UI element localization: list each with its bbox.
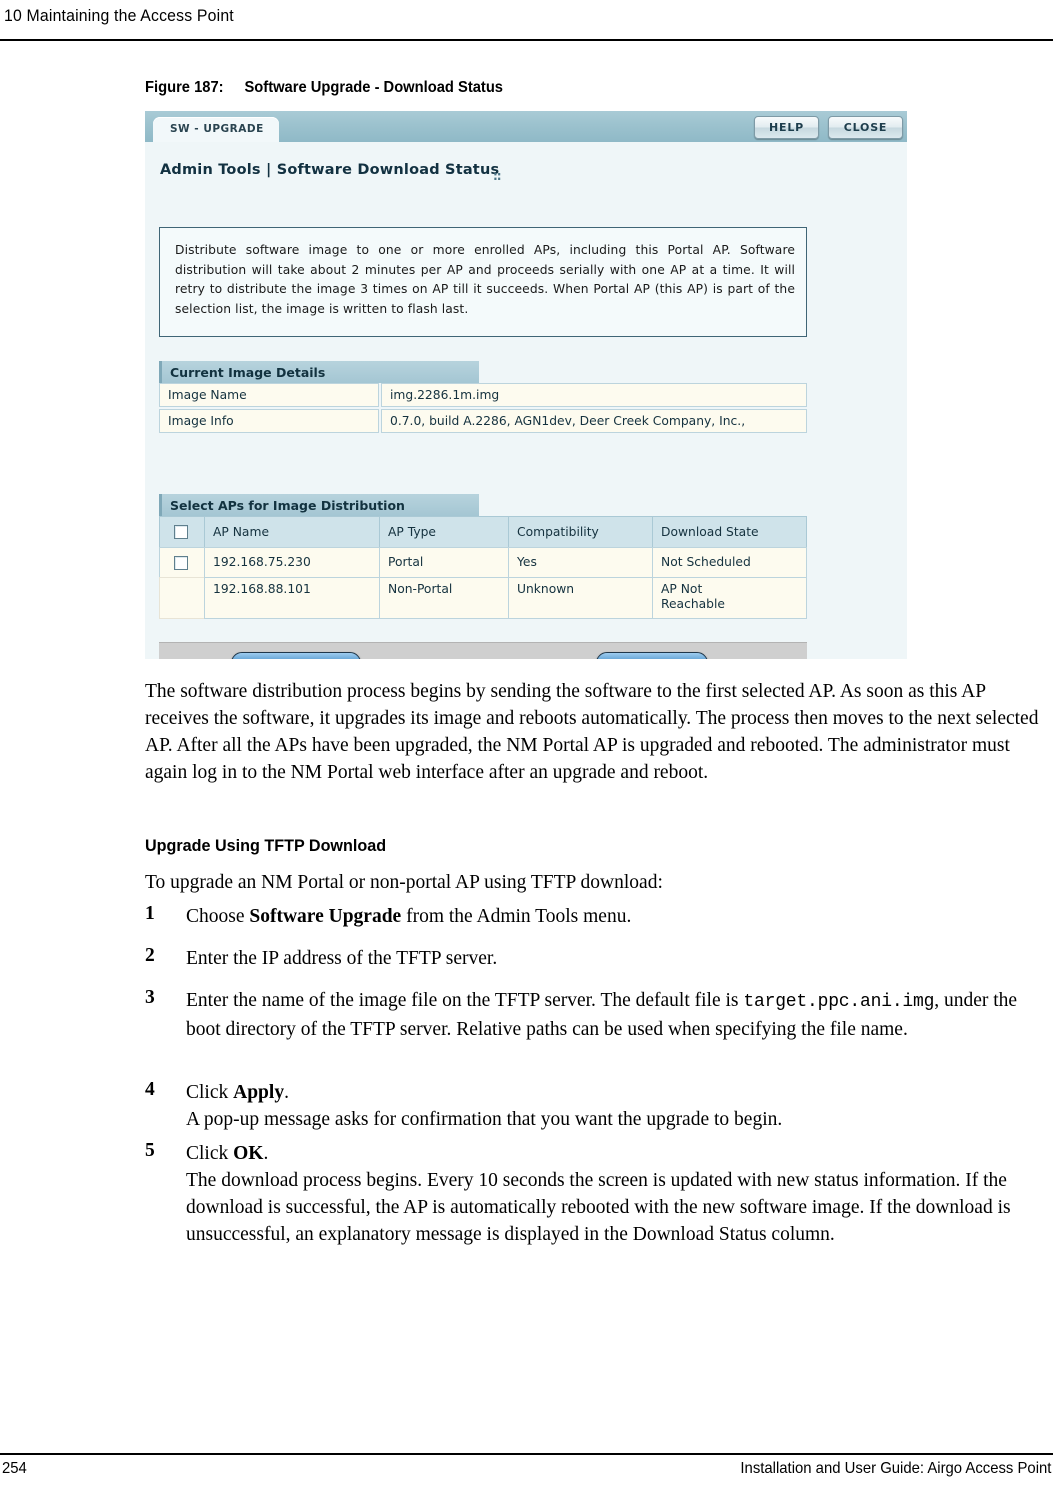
close-button-label: CLOSE xyxy=(843,121,888,134)
step-text-after: . xyxy=(263,1143,269,1164)
list-item: 5 Click OK. The download process begins.… xyxy=(145,1140,1045,1248)
close-button[interactable]: CLOSE xyxy=(828,116,903,139)
header-divider-rule xyxy=(0,39,1053,41)
tab-sw-upgrade-label: SW - UPGRADE xyxy=(170,123,264,135)
list-item: 3 Enter the name of the image file on th… xyxy=(145,987,1045,1043)
label-image-name: Image Name xyxy=(159,383,379,407)
section-header-current-image-details: Current Image Details xyxy=(159,361,479,383)
paragraph-tftp-intro: To upgrade an NM Portal or non-portal AP… xyxy=(145,872,663,893)
list-item: 1 Choose Software Upgrade from the Admin… xyxy=(145,903,1045,930)
table-header-ap-type: AP Type xyxy=(379,516,509,548)
cancel-all-button[interactable]: CANCEL ALL xyxy=(596,652,708,659)
table-row-2-ap-type: Non-Portal xyxy=(379,577,509,619)
step-text-before: Choose xyxy=(186,906,250,927)
action-toolbar: DISTRIBUTE CANCEL ALL xyxy=(159,642,807,659)
description-panel: Distribute software image to one or more… xyxy=(159,227,807,337)
section-title-select-aps: Select APs for Image Distribution xyxy=(170,497,405,513)
step-text: Choose Software Upgrade from the Admin T… xyxy=(186,903,1045,930)
step-number: 5 xyxy=(145,1140,155,1161)
step-text-mono-filename: target.ppc.ani.img xyxy=(743,992,935,1012)
cancel-all-button-label: CANCEL ALL xyxy=(610,658,693,659)
step-number: 2 xyxy=(145,945,155,966)
table-header-download-state: Download State xyxy=(652,516,807,548)
running-header-text: 10 Maintaining the Access Point xyxy=(4,6,234,25)
list-item: 4 Click Apply. A pop-up message asks for… xyxy=(145,1079,1045,1133)
step-number: 3 xyxy=(145,987,155,1008)
help-button[interactable]: HELP xyxy=(754,116,819,139)
value-image-info: 0.7.0, build A.2286, AGN1dev, Deer Creek… xyxy=(381,409,807,433)
section-heading-upgrade-using-tftp: Upgrade Using TFTP Download xyxy=(145,836,387,855)
table-header-compatibility: Compatibility xyxy=(508,516,653,548)
step-text-before: Click xyxy=(186,1082,234,1103)
section-title-current-image-details: Current Image Details xyxy=(170,364,326,380)
table-row-1-ap-name: 192.168.75.230 xyxy=(204,547,380,578)
step-text-after: from the Admin Tools menu. xyxy=(401,906,632,927)
list-item: 2 Enter the IP address of the TFTP serve… xyxy=(145,945,1045,972)
figure-screenshot-software-upgrade: SW - UPGRADE HELP CLOSE Admin Tools | So… xyxy=(145,111,907,659)
table-row-1-download-state: Not Scheduled xyxy=(652,547,807,578)
step-number: 1 xyxy=(145,903,155,924)
ap-distribution-table: AP Name AP Type Compatibility Download S… xyxy=(159,516,807,642)
figure-number: Figure 187: xyxy=(145,79,224,96)
step-subtext: A pop-up message asks for confirmation t… xyxy=(186,1109,783,1130)
table-row-2-select-cell xyxy=(159,577,205,619)
step-text-bold: OK xyxy=(233,1143,264,1164)
step-text-bold: Apply xyxy=(233,1082,285,1103)
section-header-select-aps: Select APs for Image Distribution xyxy=(159,494,479,516)
step-text: Click OK. xyxy=(186,1140,1045,1167)
row-select-checkbox[interactable] xyxy=(174,556,188,570)
step-number: 4 xyxy=(145,1079,155,1100)
step-text: Click Apply. xyxy=(186,1079,1045,1106)
distribute-button[interactable]: DISTRIBUTE xyxy=(231,652,361,659)
help-button-label: HELP xyxy=(769,121,804,134)
step-text-before: Enter the name of the image file on the … xyxy=(186,990,744,1011)
table-header-select-all-cell[interactable] xyxy=(159,516,205,548)
description-text: Distribute software image to one or more… xyxy=(175,243,795,316)
page-running-header: 10 Maintaining the Access Point xyxy=(0,0,1053,44)
step-text-bold: Software Upgrade xyxy=(249,906,402,927)
tab-sw-upgrade[interactable]: SW - UPGRADE xyxy=(153,117,279,142)
expand-chevrons-icon[interactable]: :: xyxy=(493,169,502,183)
paragraph-distribution-process: The software distribution process begins… xyxy=(145,681,1039,783)
distribute-button-label: DISTRIBUTE xyxy=(255,658,337,659)
row-image-name: Image Name img.2286.1m.img xyxy=(159,383,807,407)
page-title: Admin Tools | Software Download Status xyxy=(160,162,500,178)
footer-guide-title: Installation and User Guide: Airgo Acces… xyxy=(740,1460,1051,1477)
table-row-2-ap-name: 192.168.88.101 xyxy=(204,577,380,619)
app-titlebar: SW - UPGRADE HELP CLOSE xyxy=(145,111,907,142)
label-image-info: Image Info xyxy=(159,409,379,433)
step-text-before: Enter the IP address of the TFTP server. xyxy=(186,948,498,969)
row-image-info: Image Info 0.7.0, build A.2286, AGN1dev,… xyxy=(159,409,807,433)
table-row-1-select-cell[interactable] xyxy=(159,547,205,578)
value-image-name: img.2286.1m.img xyxy=(381,383,807,407)
table-header-ap-name: AP Name xyxy=(204,516,380,548)
figure-caption: Figure 187: Software Upgrade - Download S… xyxy=(145,79,503,97)
footer-divider-rule xyxy=(0,1453,1053,1455)
app-body: Admin Tools | Software Download Status :… xyxy=(145,142,907,659)
step-text: Enter the IP address of the TFTP server. xyxy=(186,945,1045,972)
table-row-2-compatibility: Unknown xyxy=(508,577,653,619)
table-row-1-compatibility: Yes xyxy=(508,547,653,578)
footer-page-number: 254 xyxy=(2,1460,27,1477)
step-text: Enter the name of the image file on the … xyxy=(186,987,1045,1043)
step-subtext: The download process begins. Every 10 se… xyxy=(186,1170,1011,1245)
step-text-before: Click xyxy=(186,1143,234,1164)
step-text-after: . xyxy=(284,1082,289,1103)
figure-title: Software Upgrade - Download Status xyxy=(244,79,504,96)
table-row-2-download-state: AP Not Reachable xyxy=(652,577,807,619)
table-row-1-ap-type: Portal xyxy=(379,547,509,578)
select-all-checkbox[interactable] xyxy=(174,525,188,539)
